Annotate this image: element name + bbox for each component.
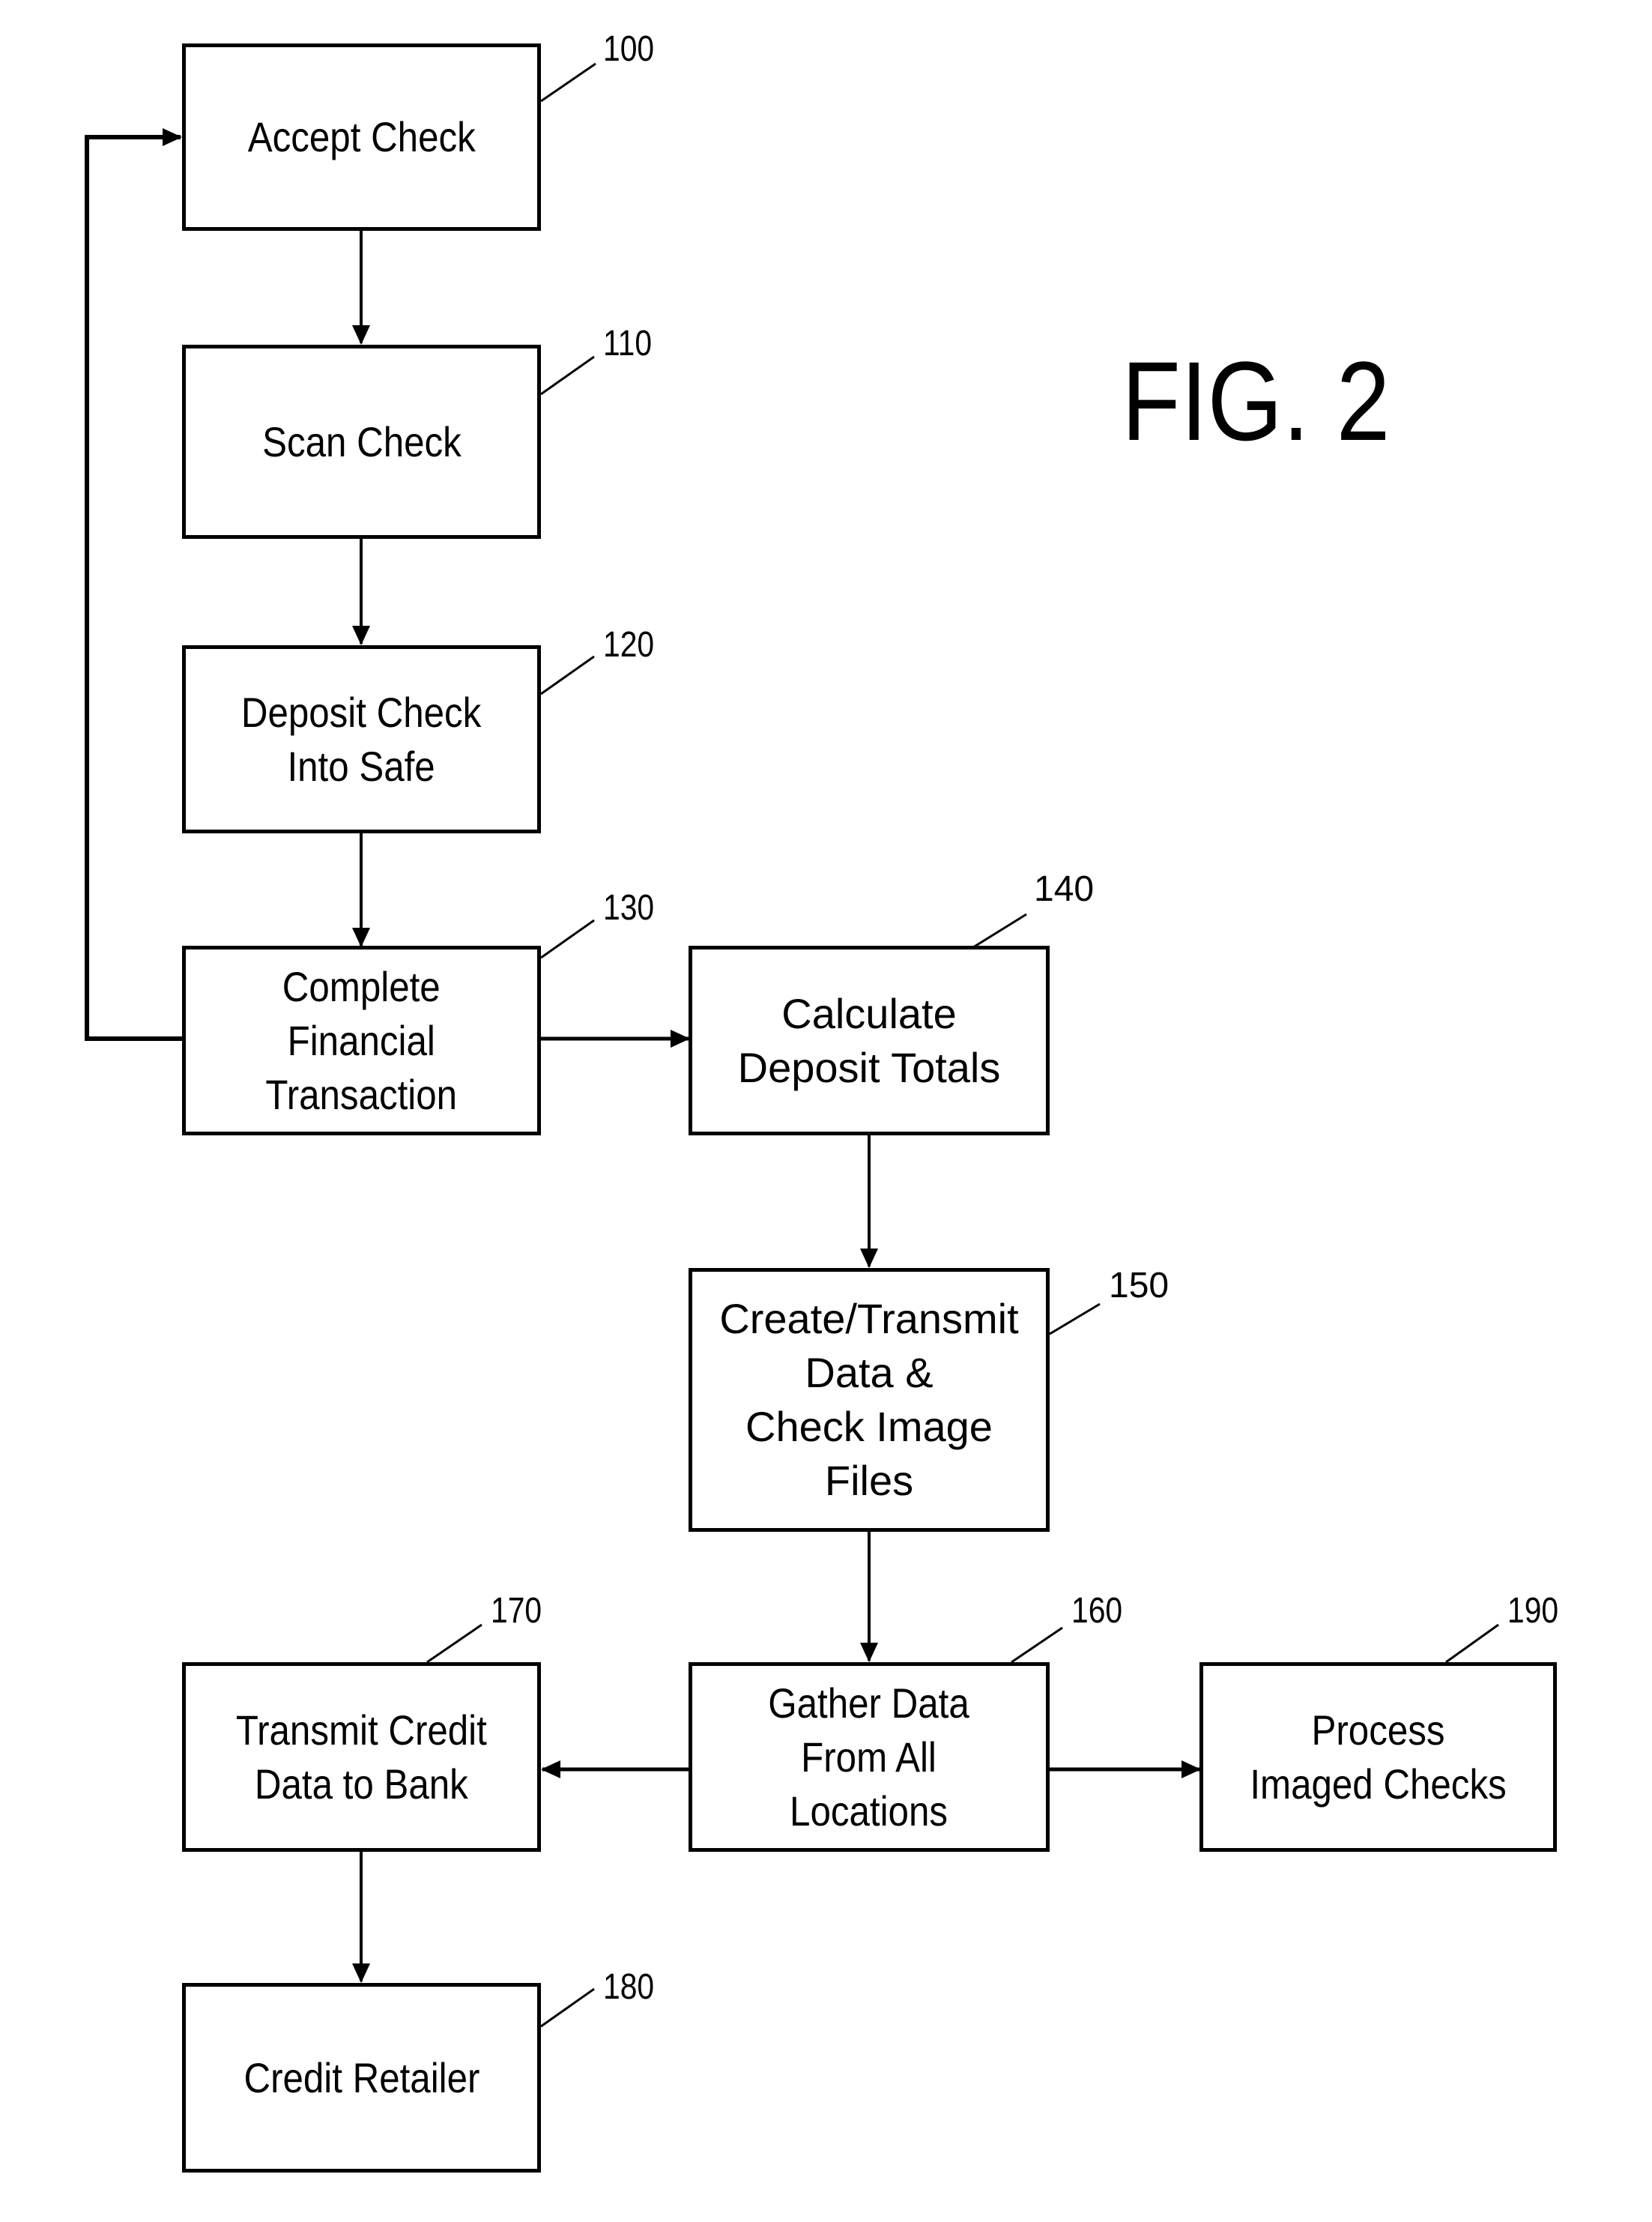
step-label: Create/Transmit Data & Check Image Files (719, 1295, 1019, 1504)
step-160-gather-data: Gather Data From All Locations (689, 1662, 1050, 1852)
ref-numeral-120: 120 (603, 625, 655, 665)
step-label: Deposit Check Into Safe (241, 688, 482, 790)
leader-100 (540, 62, 596, 103)
leader-160 (1011, 1626, 1063, 1664)
step-100-accept-check: Accept Check (182, 43, 541, 231)
loop-arrow-130-100 (85, 128, 182, 1041)
step-label: Gather Data From All Locations (768, 1679, 970, 1835)
figure-title: FIG. 2 (1122, 338, 1391, 464)
leader-150 (1049, 1302, 1101, 1335)
leader-130 (540, 919, 595, 959)
leader-180 (540, 1987, 595, 2028)
ref-numeral-140: 140 (1034, 869, 1095, 909)
ref-numeral-100: 100 (603, 29, 655, 69)
ref-numeral-190: 190 (1507, 1591, 1559, 1631)
step-label: Complete Financial Transaction (265, 962, 458, 1118)
ref-numeral-170: 170 (491, 1591, 542, 1631)
step-label: Transmit Credit Data to Bank (236, 1706, 487, 1808)
step-140-calculate-totals: Calculate Deposit Totals (689, 946, 1050, 1135)
ref-numeral-130: 130 (603, 888, 655, 928)
leader-140 (972, 913, 1027, 949)
leader-190 (1445, 1623, 1499, 1664)
step-110-scan-check: Scan Check (182, 345, 541, 539)
ref-numeral-150: 150 (1109, 1266, 1170, 1305)
ref-numeral-180: 180 (603, 1967, 655, 2007)
step-130-complete-transaction: Complete Financial Transaction (182, 946, 541, 1135)
step-label: Accept Check (247, 113, 476, 160)
step-label: Scan Check (261, 417, 462, 465)
leader-120 (540, 655, 595, 695)
step-180-credit-retailer: Credit Retailer (182, 1983, 541, 2173)
step-190-process-imaged-checks: Process Imaged Checks (1199, 1662, 1557, 1852)
ref-numeral-160: 160 (1071, 1591, 1123, 1631)
step-150-create-transmit: Create/Transmit Data & Check Image Files (689, 1268, 1050, 1532)
step-label: Credit Retailer (243, 2053, 479, 2101)
step-label: Process Imaged Checks (1250, 1706, 1507, 1808)
leader-170 (426, 1623, 482, 1664)
step-170-transmit-credit: Transmit Credit Data to Bank (182, 1662, 541, 1852)
step-120-deposit-check: Deposit Check Into Safe (182, 645, 541, 833)
leader-110 (540, 355, 595, 396)
ref-numeral-110: 110 (603, 324, 653, 363)
step-label: Calculate Deposit Totals (737, 989, 1001, 1091)
